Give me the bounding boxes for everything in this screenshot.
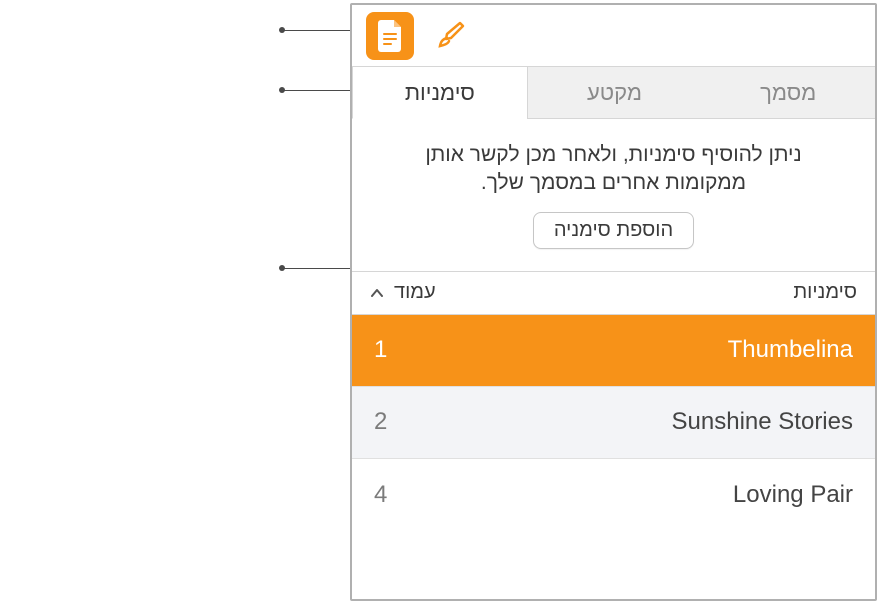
table-row[interactable]: 1 Thumbelina xyxy=(352,315,875,387)
table-row[interactable]: 2 Sunshine Stories xyxy=(352,387,875,459)
column-header-bookmarks[interactable]: סימניות xyxy=(793,281,857,304)
tab-bookmarks[interactable]: סימניות xyxy=(352,67,527,119)
add-bookmark-label: הוספת סימניה xyxy=(554,219,673,241)
format-brush-icon xyxy=(433,19,467,53)
tab-label: מקטע xyxy=(587,80,642,106)
bookmarks-table-header: עמוד סימניות xyxy=(352,271,875,315)
cell-page: 1 xyxy=(374,336,414,364)
document-icon xyxy=(376,20,404,52)
format-tab-button[interactable] xyxy=(426,12,474,60)
inspector-tabs: סימניות מקטע מסמך xyxy=(352,67,875,119)
tab-label: מסמך xyxy=(760,80,816,106)
inspector-toolbar xyxy=(352,5,875,67)
tab-label: סימניות xyxy=(405,80,475,106)
table-row[interactable]: 4 Loving Pair xyxy=(352,459,875,531)
cell-page: 4 xyxy=(374,481,414,509)
column-header-bookmarks-label: סימניות xyxy=(793,281,857,303)
description-text: ניתן להוסיף סימניות, ולאחר מכן לקשר אותן… xyxy=(352,119,875,212)
tab-section[interactable]: מקטע xyxy=(527,67,702,118)
cell-name: Loving Pair xyxy=(733,481,853,509)
add-button-container: הוספת סימניה xyxy=(352,212,875,271)
tab-document[interactable]: מסמך xyxy=(701,67,875,118)
cell-name: Thumbelina xyxy=(728,336,853,364)
bookmarks-pane: ניתן להוסיף סימניות, ולאחר מכן לקשר אותן… xyxy=(352,119,875,599)
cell-page: 2 xyxy=(374,408,414,436)
sort-ascending-icon xyxy=(370,288,384,298)
inspector-panel: סימניות מקטע מסמך ניתן להוסיף סימניות, ו… xyxy=(350,3,877,601)
column-header-page-label: עמוד xyxy=(394,281,436,304)
add-bookmark-button[interactable]: הוספת סימניה xyxy=(533,212,694,249)
column-header-page[interactable]: עמוד xyxy=(370,281,436,304)
callout-dot xyxy=(279,265,285,271)
callout-dot xyxy=(279,87,285,93)
callout-dot xyxy=(279,27,285,33)
bookmarks-table-body: 1 Thumbelina 2 Sunshine Stories 4 Loving… xyxy=(352,315,875,599)
cell-name: Sunshine Stories xyxy=(672,408,853,436)
document-tab-button[interactable] xyxy=(366,12,414,60)
